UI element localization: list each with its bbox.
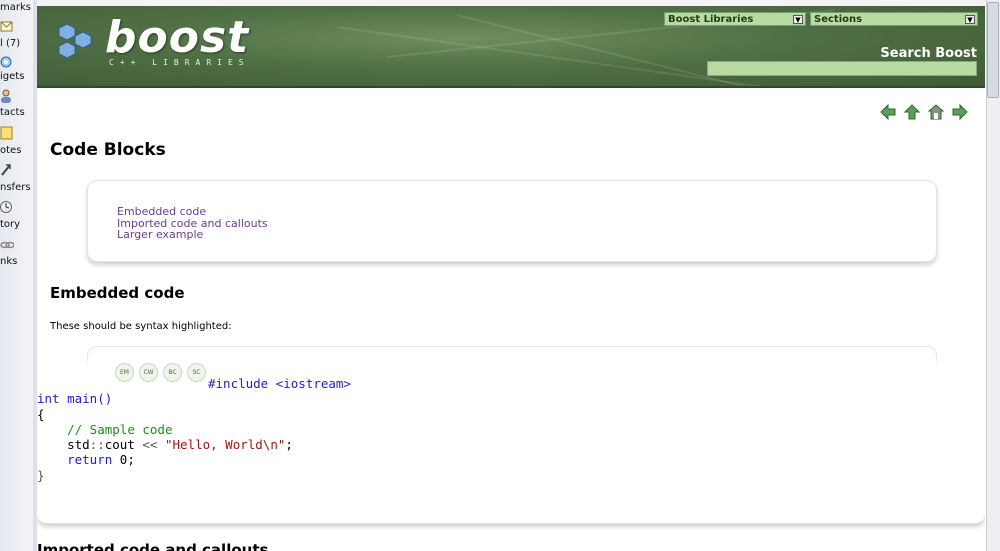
sidebar-item-label: tacts bbox=[0, 107, 25, 118]
sidebar-item-label: l (7) bbox=[0, 38, 21, 49]
sidebar-item-label: nsfers bbox=[0, 182, 31, 193]
libraries-select-value: Boost Libraries bbox=[668, 14, 754, 25]
notes-icon bbox=[0, 126, 13, 140]
search-input[interactable] bbox=[707, 61, 977, 76]
history-icon bbox=[0, 201, 12, 213]
boost-logo-text[interactable]: boost bbox=[105, 12, 249, 63]
table-of-contents: Embedded code Imported code and callouts… bbox=[87, 180, 937, 262]
home-icon[interactable] bbox=[928, 104, 944, 120]
chevron-down-icon: ▼ bbox=[793, 15, 803, 24]
contacts-icon bbox=[1, 89, 11, 103]
prev-arrow-icon[interactable] bbox=[880, 104, 896, 120]
transfers-icon bbox=[1, 164, 11, 176]
sidebar-item-label: igets bbox=[0, 71, 25, 82]
side-panel: marks l (7) igets tacts otes nsfers tory… bbox=[0, 0, 34, 551]
mail-icon bbox=[0, 21, 13, 32]
page-title: Code Blocks bbox=[50, 140, 166, 160]
up-arrow-icon[interactable] bbox=[904, 104, 920, 120]
next-arrow-icon[interactable] bbox=[952, 104, 968, 120]
sidebar-item-label: otes bbox=[0, 145, 22, 156]
code-line-comment: // Sample code bbox=[67, 421, 173, 437]
toc-link-larger-example[interactable]: Larger example bbox=[117, 229, 268, 241]
intro-text: These should be syntax highlighted: bbox=[50, 321, 232, 332]
chevron-down-icon: ▼ bbox=[965, 15, 975, 24]
widgets-icon bbox=[0, 56, 12, 68]
code-line-main: int main() bbox=[37, 391, 113, 407]
code-box-top bbox=[87, 346, 937, 361]
code-line-return: return 0; bbox=[67, 452, 135, 468]
search-label: Search Boost bbox=[880, 46, 977, 61]
code-line-close-brace: } bbox=[37, 467, 45, 483]
code-box-bottom bbox=[37, 507, 985, 524]
scrollbar-thumb[interactable] bbox=[987, 2, 999, 98]
toc-link-embedded-code[interactable]: Embedded code bbox=[117, 206, 268, 218]
code-line-cout: std::cout << "Hello, World\n"; bbox=[67, 437, 293, 453]
sidebar-item-label: tory bbox=[0, 219, 21, 230]
next-section-heading: Imported code and callouts bbox=[37, 541, 269, 551]
section-heading: Embedded code bbox=[50, 284, 185, 302]
sections-select[interactable]: Sections ▼ bbox=[810, 12, 978, 26]
code-line-include: #include <iostream> bbox=[208, 376, 351, 391]
boost-logo-icon[interactable] bbox=[53, 22, 99, 62]
links-icon bbox=[0, 241, 14, 249]
sections-select-value: Sections bbox=[814, 14, 863, 25]
web-page: boost C++ LIBRARIES Boost Libraries ▼ Se… bbox=[37, 0, 985, 551]
libraries-select[interactable]: Boost Libraries ▼ bbox=[664, 12, 806, 26]
sidebar-item-label: nks bbox=[0, 256, 18, 267]
boost-logo-subtitle: C++ LIBRARIES bbox=[109, 58, 250, 67]
code-block: #include <iostream> int main() { // Samp… bbox=[37, 376, 351, 483]
sidebar-item-label: marks bbox=[0, 2, 31, 13]
boost-header: boost C++ LIBRARIES Boost Libraries ▼ Se… bbox=[37, 6, 985, 88]
code-line-open-brace: { bbox=[37, 406, 45, 422]
